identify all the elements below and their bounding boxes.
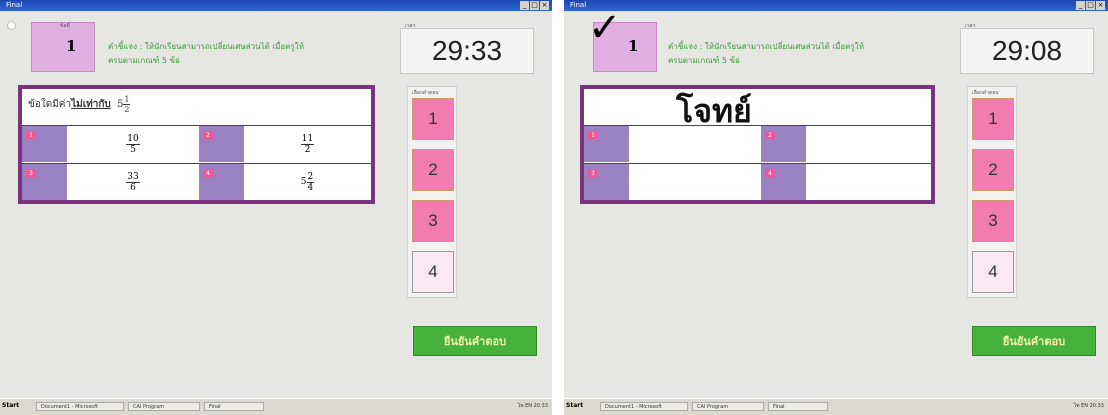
window-title: Final xyxy=(570,1,587,9)
question-number: 1 xyxy=(628,37,639,55)
option-3-numerator: 33 xyxy=(126,171,140,183)
taskbar: Start Document1 - Microsoft CAI Program … xyxy=(0,398,552,415)
answer-button-2[interactable]: 2 xyxy=(972,149,1014,191)
option-4-numerator: 2 xyxy=(306,171,315,183)
start-button[interactable]: Start xyxy=(566,402,583,409)
answer-group-label: เลือกคำตอบ xyxy=(972,90,999,96)
close-button[interactable]: × xyxy=(1096,1,1105,10)
option-1-value: 10 5 xyxy=(67,126,199,162)
question-fraction: 12 xyxy=(123,95,131,114)
instruction-line-2: ครบตามเกณฑ์ 5 ข้อ xyxy=(108,56,180,65)
maximize-button[interactable]: □ xyxy=(530,1,539,10)
taskbar-item[interactable]: Final xyxy=(204,402,264,411)
question-frame: 1 2 3 4 xyxy=(580,85,935,204)
question-number-label: ข้อที่ xyxy=(60,23,70,29)
option-1-denominator: 5 xyxy=(130,144,136,155)
option-1-label: 1 xyxy=(26,131,36,140)
question-number-box: ข้อที่ 1 xyxy=(31,22,95,72)
window-title: Final xyxy=(6,1,23,9)
question-prefix: ข้อใดมีค่า xyxy=(28,99,72,110)
option-1-number: 1 xyxy=(22,126,67,162)
option-4-fraction: 24 xyxy=(306,171,315,193)
answer-button-2[interactable]: 2 xyxy=(412,149,454,191)
timer-label: เวลา xyxy=(965,23,976,29)
instruction-line-1: คำชี้แจง : ให้นักเรียนสามารถเปลี่ยนเศษส่… xyxy=(668,42,864,51)
option-3-label: 3 xyxy=(588,169,598,178)
instruction-text: คำชี้แจง : ให้นักเรียนสามารถเปลี่ยนเศษส่… xyxy=(108,40,304,68)
taskbar-item[interactable]: CAI Program xyxy=(128,402,200,411)
answer-button-4[interactable]: 4 xyxy=(972,251,1014,293)
minimize-button[interactable]: _ xyxy=(1076,1,1085,10)
option-3-number: 3 xyxy=(22,164,67,200)
option-3-value: 33 6 xyxy=(67,164,199,200)
timer-display: 29:08 xyxy=(991,35,1063,66)
option-3-label: 3 xyxy=(26,169,36,178)
option-2-fraction: 11 2 xyxy=(300,133,315,155)
option-2-label: 2 xyxy=(203,131,213,140)
maximize-button[interactable]: □ xyxy=(1086,1,1095,10)
option-2-value: 11 2 xyxy=(244,126,371,162)
confirm-answer-button[interactable]: ยืนยันคำตอบ xyxy=(972,326,1096,356)
taskbar: Start Document1 - Microsoft CAI Program … xyxy=(564,398,1108,415)
timer-label: เวลา xyxy=(405,23,416,29)
question-text: ข้อใดมีค่าไม่เท่ากับ 512 xyxy=(28,95,131,114)
option-2-label: 2 xyxy=(765,131,775,140)
answer-button-4[interactable]: 4 xyxy=(412,251,454,293)
option-1-label: 1 xyxy=(588,131,598,140)
timer-box: เวลา 29:08 xyxy=(960,23,1094,74)
option-1-numerator: 10 xyxy=(126,133,140,145)
option-4-denominator: 4 xyxy=(307,182,314,193)
question-number: 1 xyxy=(66,37,77,55)
option-3-fraction: 33 6 xyxy=(126,171,140,193)
option-4-label: 4 xyxy=(203,169,213,178)
taskbar-item[interactable]: CAI Program xyxy=(692,402,764,411)
question-frame: ข้อใดมีค่าไม่เท่ากับ 512 1 10 5 2 11 2 3 3… xyxy=(18,85,375,204)
option-2-denominator: 2 xyxy=(304,144,311,155)
close-button[interactable]: × xyxy=(540,1,549,10)
question-denominator: 2 xyxy=(124,105,130,114)
answer-button-3[interactable]: 3 xyxy=(412,200,454,242)
option-4-value: 524 xyxy=(244,164,371,200)
minimize-button[interactable]: _ xyxy=(520,1,529,10)
divider xyxy=(584,125,931,126)
option-4-number: 4 xyxy=(199,164,244,200)
right-screen: Final _ □ × 1 ✓ คำชี้แจง : ให้นักเรียนสา… xyxy=(564,0,1108,415)
problem-overlay-text: โจทย์ xyxy=(676,92,752,130)
left-screen: Final _ □ × ข้อที่ 1 คำชี้แจง : ให้นักเร… xyxy=(0,0,552,415)
option-2-number: 2 xyxy=(761,126,806,162)
title-bar: Final _ □ × xyxy=(0,0,552,11)
system-tray: ไท EN 20:33 xyxy=(1073,403,1104,409)
option-1-number: 1 xyxy=(584,126,629,162)
option-3-number: 3 xyxy=(584,164,629,200)
option-3-denominator: 6 xyxy=(130,182,136,193)
instruction-text: คำชี้แจง : ให้นักเรียนสามารถเปลี่ยนเศษส่… xyxy=(668,40,864,68)
taskbar-item[interactable]: Final xyxy=(768,402,828,411)
title-bar: Final _ □ × xyxy=(564,0,1108,11)
option-2-number: 2 xyxy=(199,126,244,162)
timer-display: 29:33 xyxy=(431,35,503,66)
taskbar-item[interactable]: Document1 - Microsoft xyxy=(600,402,688,411)
answer-button-3[interactable]: 3 xyxy=(972,200,1014,242)
question-numerator: 1 xyxy=(123,95,131,105)
instruction-line-2: ครบตามเกณฑ์ 5 ข้อ xyxy=(668,56,740,65)
option-4-number: 4 xyxy=(761,164,806,200)
taskbar-item[interactable]: Document1 - Microsoft xyxy=(36,402,124,411)
instruction-line-1: คำชี้แจง : ให้นักเรียนสามารถเปลี่ยนเศษส่… xyxy=(108,42,304,51)
radio-icon[interactable] xyxy=(7,21,16,30)
answer-group-label: เลือกคำตอบ xyxy=(412,90,439,96)
option-2-numerator: 11 xyxy=(300,133,315,145)
option-1-fraction: 10 5 xyxy=(126,133,140,155)
answer-button-1[interactable]: 1 xyxy=(972,98,1014,140)
timer-box: เวลา 29:33 xyxy=(400,23,534,74)
confirm-answer-button[interactable]: ยืนยันคำตอบ xyxy=(413,326,537,356)
divider xyxy=(584,163,931,164)
answer-button-1[interactable]: 1 xyxy=(412,98,454,140)
system-tray: ไท EN 20:33 xyxy=(517,403,548,409)
start-button[interactable]: Start xyxy=(2,402,19,409)
checkmark-icon: ✓ xyxy=(588,5,622,51)
question-emphasis: ไม่เท่ากับ xyxy=(71,99,111,110)
option-4-label: 4 xyxy=(765,169,775,178)
